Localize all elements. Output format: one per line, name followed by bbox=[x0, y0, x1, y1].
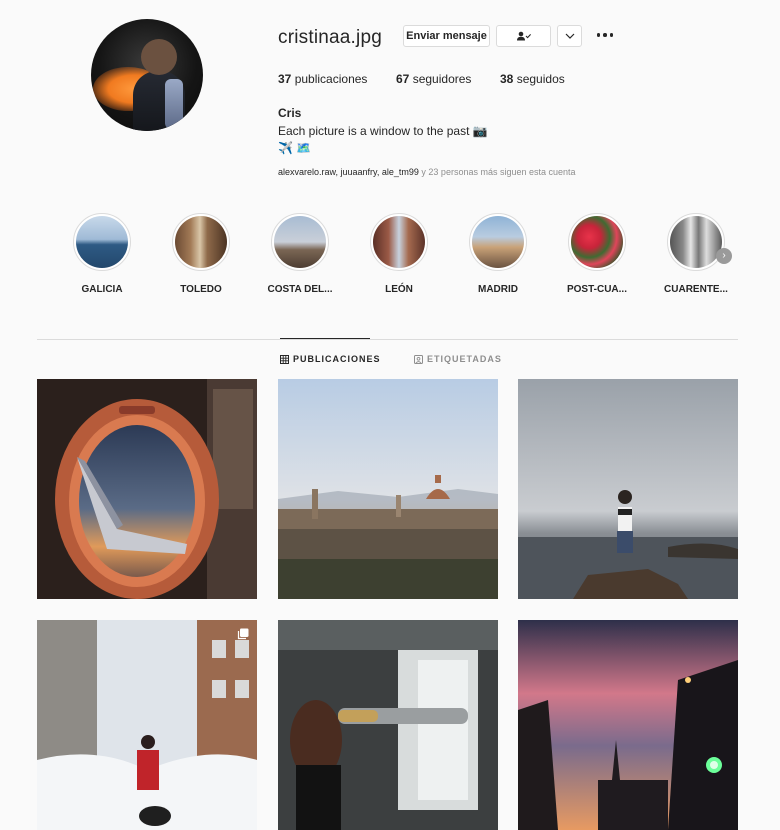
highlight-thumb bbox=[472, 216, 524, 268]
post-image bbox=[37, 379, 257, 599]
tab-tagged-label: ETIQUETADAS bbox=[427, 354, 502, 364]
tab-posts[interactable]: PUBLICACIONES bbox=[280, 354, 381, 364]
bio-emoji: ✈️ 🗺️ bbox=[278, 141, 312, 155]
highlight-leon[interactable]: LEÓN bbox=[354, 213, 444, 295]
highlight-thumb bbox=[373, 216, 425, 268]
avatar-face bbox=[141, 39, 177, 75]
chevron-right-icon: › bbox=[722, 250, 726, 261]
post-image bbox=[518, 620, 738, 830]
active-tab-indicator bbox=[280, 338, 370, 339]
send-message-button[interactable]: Enviar mensaje bbox=[403, 25, 490, 47]
highlight-madrid[interactable]: MADRID bbox=[453, 213, 543, 295]
highlight-thumb bbox=[274, 216, 326, 268]
post-sunset-street[interactable] bbox=[518, 620, 738, 830]
highlight-toledo[interactable]: TOLEDO bbox=[156, 213, 246, 295]
followed-by-names[interactable]: alexvarelo.raw, juuaanfry, ale_tm99 bbox=[278, 167, 419, 177]
posts-stat: 37 publicaciones bbox=[278, 72, 368, 86]
bio-name: Cris bbox=[278, 106, 302, 120]
tabs-divider bbox=[37, 339, 738, 340]
more-horizontal-icon bbox=[596, 33, 601, 37]
highlight-thumb bbox=[76, 216, 128, 268]
multiple-posts-icon bbox=[237, 628, 249, 640]
highlight-thumb bbox=[571, 216, 623, 268]
tab-tagged[interactable]: ETIQUETADAS bbox=[414, 354, 502, 364]
followed-by[interactable]: alexvarelo.raw, juuaanfry, ale_tm99 y 23… bbox=[278, 167, 576, 177]
post-snowy-street[interactable] bbox=[37, 620, 257, 830]
highlight-label: POST-CUA... bbox=[566, 284, 627, 295]
person-check-icon bbox=[516, 31, 531, 41]
followed-by-rest: y 23 personas más siguen esta cuenta bbox=[418, 167, 576, 177]
profile-username: cristinaa.jpg bbox=[278, 27, 382, 48]
post-airplane-window[interactable] bbox=[37, 379, 257, 599]
highlight-label: COSTA DEL... bbox=[267, 284, 333, 295]
profile-avatar[interactable] bbox=[91, 19, 203, 131]
tab-posts-label: PUBLICACIONES bbox=[293, 354, 381, 364]
highlight-label: TOLEDO bbox=[180, 284, 222, 295]
highlight-thumb bbox=[175, 216, 227, 268]
followers-stat[interactable]: 67 seguidores bbox=[396, 72, 471, 86]
highlight-galicia[interactable]: GALICIA bbox=[57, 213, 147, 295]
avatar-jacket bbox=[165, 79, 183, 129]
highlight-label: MADRID bbox=[478, 284, 518, 295]
post-image bbox=[278, 620, 498, 830]
suggestions-dropdown-button[interactable] bbox=[557, 25, 582, 47]
chevron-down-icon bbox=[565, 33, 574, 39]
post-image bbox=[278, 379, 498, 599]
post-image bbox=[37, 620, 257, 830]
grid-icon bbox=[280, 354, 289, 364]
post-florence-skyline[interactable] bbox=[278, 379, 498, 599]
highlight-costa-del[interactable]: COSTA DEL... bbox=[255, 213, 345, 295]
more-options-button[interactable] bbox=[595, 27, 615, 43]
following-stat[interactable]: 38 seguidos bbox=[500, 72, 565, 86]
post-image bbox=[518, 379, 738, 599]
highlight-label: LEÓN bbox=[385, 284, 413, 295]
following-button[interactable] bbox=[496, 25, 551, 47]
highlight-post-cuarentena[interactable]: POST-CUA... bbox=[552, 213, 642, 295]
post-woman-telescope[interactable] bbox=[278, 620, 498, 830]
tag-portrait-icon bbox=[414, 354, 423, 364]
highlight-label: CUARENTE... bbox=[664, 284, 728, 295]
highlight-thumb bbox=[670, 216, 722, 268]
post-man-on-rock[interactable] bbox=[518, 379, 738, 599]
highlights-next-button[interactable]: › bbox=[716, 248, 732, 264]
bio-text: Each picture is a window to the past 📷 bbox=[278, 124, 488, 138]
highlight-label: GALICIA bbox=[81, 284, 123, 295]
